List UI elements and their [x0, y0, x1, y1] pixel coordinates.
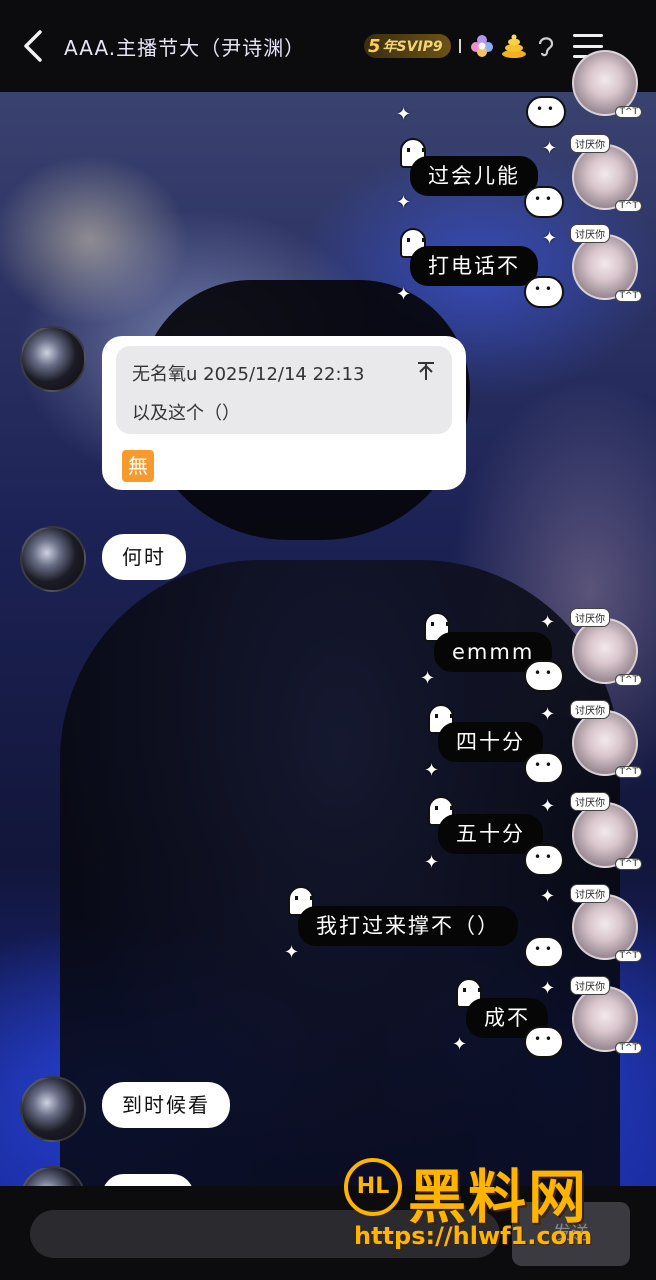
self-avatar[interactable]: 讨厌你 T^T — [570, 700, 642, 778]
header-divider — [458, 39, 461, 53]
self-avatar[interactable]: 讨厌你 T^T — [570, 792, 642, 870]
cloud-sticker-icon — [524, 752, 564, 784]
sparkle-icon: ✦ — [452, 1034, 468, 1055]
avatar-tag: 讨厌你 — [570, 884, 610, 903]
message-bubble-contact[interactable]: 到时候看 — [102, 1082, 230, 1128]
self-avatar[interactable]: T^T — [572, 50, 642, 118]
sparkle-icon: ✦ — [284, 942, 300, 963]
sparkle-icon: ✦ — [542, 228, 558, 249]
quoted-author-time: 无名氧u 2025/12/14 22:13 — [132, 364, 365, 385]
avatar-tt-tag: T^T — [615, 1042, 642, 1054]
message-bubble-self[interactable]: 五十分 — [438, 814, 543, 854]
avatar-tt-tag: T^T — [615, 674, 642, 686]
avatar-tag: 讨厌你 — [570, 792, 610, 811]
cloud-sticker-icon — [524, 844, 564, 876]
self-avatar[interactable]: 讨厌你 T^T — [570, 224, 642, 302]
avatar-tt-tag: T^T — [615, 858, 642, 870]
cloud-sticker-icon — [526, 96, 566, 128]
message-bubble-self[interactable]: 我打过来撑不（） — [298, 906, 518, 946]
poop-badge-icon[interactable] — [501, 33, 527, 59]
cloud-sticker-icon — [524, 276, 564, 308]
self-avatar[interactable]: 讨厌你 T^T — [570, 884, 642, 962]
sparkle-icon: ✦ — [396, 104, 412, 125]
svip-badge[interactable]: 5 年SVIP9 — [364, 34, 451, 58]
chat-header: AAA.主播节大（尹诗渊） 5 年SVIP9 — [0, 0, 656, 92]
chevron-left-icon[interactable] — [18, 26, 48, 66]
watermark: HL 黑料网 https://hlwf1.com — [340, 1150, 640, 1260]
sparkle-icon: ✦ — [540, 704, 556, 725]
chat-title[interactable]: AAA.主播节大（尹诗渊） — [64, 32, 356, 61]
sparkle-icon: ✦ — [396, 284, 412, 305]
self-avatar[interactable]: 讨厌你 T^T — [570, 976, 642, 1054]
quoted-message[interactable]: 无名氧u 2025/12/14 22:13 以及这个（） — [116, 346, 452, 434]
sparkle-icon: ✦ — [540, 796, 556, 817]
ear-icon[interactable] — [533, 33, 559, 59]
avatar-tag: 讨厌你 — [570, 700, 610, 719]
avatar-tag: 讨厌你 — [570, 134, 610, 153]
message-bubble-self[interactable]: 四十分 — [438, 722, 543, 762]
sparkle-icon: ✦ — [424, 852, 440, 873]
sparkle-icon: ✦ — [542, 138, 558, 159]
self-avatar[interactable]: 讨厌你 T^T — [570, 134, 642, 212]
avatar-tag: 讨厌你 — [570, 976, 610, 995]
message-bubble-self[interactable]: 打电话不 — [410, 246, 538, 286]
svip-label: 年SVIP9 — [382, 39, 443, 55]
self-avatar[interactable]: 讨厌你 T^T — [570, 608, 642, 686]
cloud-sticker-icon — [524, 660, 564, 692]
watermark-logo: HL — [344, 1158, 402, 1216]
avatar-tt-tag: T^T — [615, 290, 642, 302]
svip-number: 5 — [368, 35, 381, 57]
watermark-url: https://hlwf1.com — [354, 1222, 593, 1250]
avatar-tag: 讨厌你 — [570, 608, 610, 627]
message-bubble-contact[interactable]: 何时 — [102, 534, 186, 580]
contact-avatar[interactable] — [20, 1076, 86, 1142]
quoted-reply-bubble[interactable]: 无名氧u 2025/12/14 22:13 以及这个（） 無 — [102, 336, 466, 490]
contact-avatar[interactable] — [20, 526, 86, 592]
sparkle-icon: ✦ — [540, 978, 556, 999]
avatar-tt-tag: T^T — [615, 950, 642, 962]
cloud-sticker-icon — [524, 1026, 564, 1058]
avatar-tt-tag: T^T — [615, 200, 642, 212]
quoted-text: 以及这个（） — [132, 403, 240, 424]
message-bubble-self[interactable]: 过会儿能 — [410, 156, 538, 196]
sparkle-icon: ✦ — [540, 886, 556, 907]
flower-badge-icon[interactable] — [469, 33, 495, 59]
cloud-sticker-icon — [524, 936, 564, 968]
avatar-tag: 讨厌你 — [570, 224, 610, 243]
sparkle-icon: ✦ — [396, 192, 412, 213]
cloud-sticker-icon — [524, 186, 564, 218]
sparkle-icon: ✦ — [540, 612, 556, 633]
sparkle-icon: ✦ — [420, 668, 436, 689]
avatar-tt-tag: T^T — [615, 766, 642, 778]
pin-top-icon[interactable] — [416, 360, 436, 387]
avatar-tt-tag: T^T — [615, 106, 642, 118]
contact-avatar[interactable] — [20, 326, 86, 392]
sparkle-icon: ✦ — [424, 760, 440, 781]
emoji-sticker: 無 — [122, 450, 154, 482]
